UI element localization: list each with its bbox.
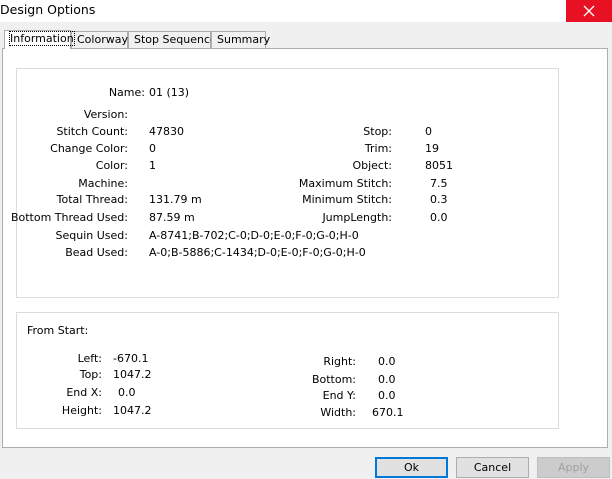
sequin-value: A-8741;B-702;C-0;D-0;E-0;F-0;G-0;H-0	[149, 229, 359, 242]
width-label: Width:	[320, 406, 356, 419]
close-icon	[583, 5, 595, 17]
bottom-thread-label: Bottom Thread Used:	[10, 211, 128, 224]
name-value: 01 (13)	[149, 86, 190, 99]
color-label: Color:	[95, 159, 128, 172]
object-value: 8051	[425, 159, 453, 172]
jump-length-value: 0.0	[430, 211, 448, 224]
title-bar: Design Options	[0, 0, 612, 22]
stitch-count-label: Stitch Count:	[56, 125, 128, 138]
machine-label: Machine:	[78, 177, 128, 190]
information-panel: Name: 01 (13) Version: Stitch Count: 478…	[2, 48, 608, 448]
total-thread-label: Total Thread:	[56, 193, 128, 206]
object-label: Object:	[352, 159, 392, 172]
end-x-value: 0.0	[118, 386, 136, 399]
min-stitch-label: Minimum Stitch:	[302, 193, 392, 206]
stitch-count-value: 47830	[149, 125, 184, 138]
stop-value: 0	[425, 125, 432, 138]
max-stitch-value: 7.5	[430, 177, 448, 190]
trim-value: 19	[425, 142, 439, 155]
top-label: Top:	[79, 368, 102, 381]
version-label: Version:	[83, 108, 128, 121]
from-start-heading: From Start:	[27, 324, 89, 337]
tab-information[interactable]: Information	[4, 30, 75, 49]
tab-summary[interactable]: Summary	[211, 31, 270, 48]
bead-label: Bead Used:	[65, 246, 128, 259]
end-y-label: End Y:	[322, 389, 356, 402]
width-value: 670.1	[372, 406, 404, 419]
change-color-label: Change Color:	[50, 142, 128, 155]
left-label: Left:	[77, 352, 102, 365]
window-title: Design Options	[0, 2, 96, 17]
apply-button[interactable]: Apply	[537, 457, 610, 478]
bottom-thread-value: 87.59 m	[149, 211, 195, 224]
cancel-button[interactable]: Cancel	[456, 457, 529, 478]
design-info-group: Name: 01 (13) Version: Stitch Count: 478…	[11, 68, 559, 298]
sequin-label: Sequin Used:	[55, 229, 128, 242]
stop-label: Stop:	[363, 125, 392, 138]
right-label: Right:	[323, 355, 356, 368]
tab-stop-sequence[interactable]: Stop Sequence	[128, 31, 217, 48]
bottom-label: Bottom:	[311, 373, 356, 386]
height-value: 1047.2	[113, 404, 152, 417]
min-stitch-value: 0.3	[430, 193, 448, 206]
max-stitch-label: Maximum Stitch:	[298, 177, 392, 190]
top-value: 1047.2	[113, 368, 152, 381]
left-value: -670.1	[113, 352, 149, 365]
right-value: 0.0	[378, 355, 396, 368]
close-button[interactable]	[566, 0, 612, 22]
color-value: 1	[149, 159, 156, 172]
change-color-value: 0	[149, 142, 156, 155]
tab-colorway[interactable]: Colorway	[71, 31, 128, 48]
trim-label: Trim:	[364, 142, 392, 155]
from-start-group: From Start: Left: -670.1 Top: 1047.2 End…	[16, 312, 559, 429]
jump-length-label: JumpLength:	[322, 211, 392, 224]
height-label: Height:	[61, 404, 102, 417]
bottom-value: 0.0	[378, 373, 396, 386]
end-y-value: 0.0	[378, 389, 396, 402]
end-x-label: End X:	[66, 386, 102, 399]
name-label: Name:	[108, 86, 145, 99]
ok-button[interactable]: Ok	[375, 457, 448, 478]
total-thread-value: 131.79 m	[149, 193, 202, 206]
bead-value: A-0;B-5886;C-1434;D-0;E-0;F-0;G-0;H-0	[149, 246, 366, 259]
